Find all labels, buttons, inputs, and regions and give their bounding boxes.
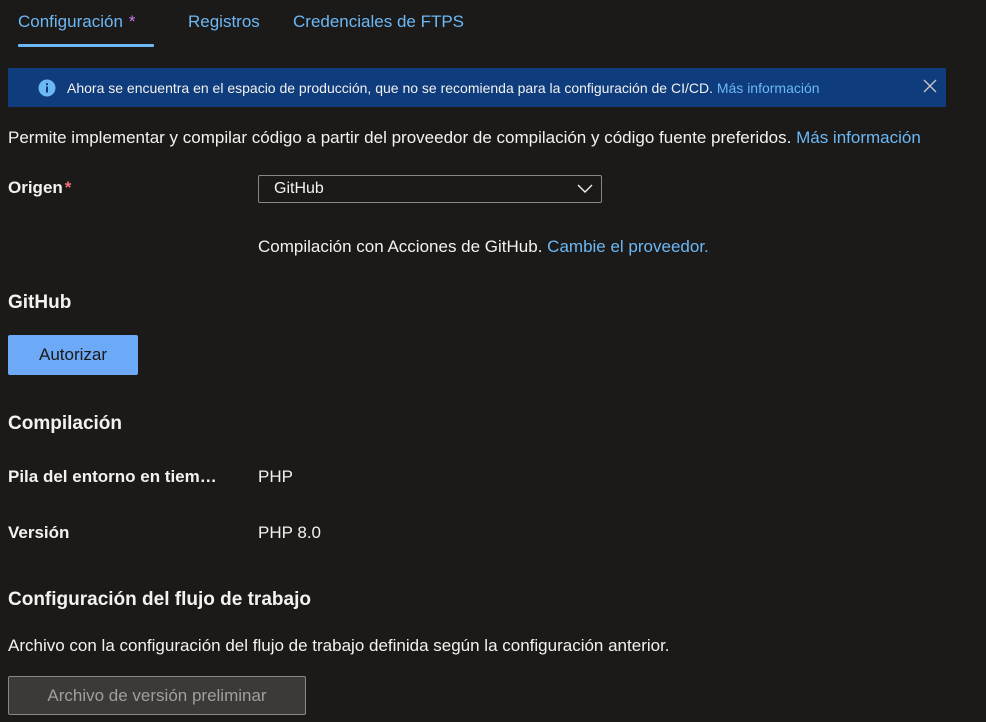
workflow-description: Archivo con la configuración del flujo d… bbox=[8, 636, 670, 655]
build-provider-note: Compilación con Acciones de GitHub. Camb… bbox=[258, 237, 709, 257]
chevron-down-icon bbox=[577, 184, 593, 193]
modified-indicator: * bbox=[128, 12, 136, 31]
banner-more-info-link[interactable]: Más información bbox=[717, 80, 820, 96]
change-provider-link[interactable]: Cambie el proveedor. bbox=[547, 237, 709, 256]
workflow-section-title: Configuración del flujo de trabajo bbox=[8, 589, 311, 610]
banner-message: Ahora se encuentra en el espacio de prod… bbox=[67, 80, 820, 96]
tab-configuracion-label: Configuración bbox=[18, 12, 123, 31]
preview-file-button[interactable]: Archivo de versión preliminar bbox=[8, 676, 306, 715]
active-tab-underline bbox=[18, 44, 154, 47]
version-label: Versión bbox=[8, 523, 70, 542]
banner-text: Ahora se encuentra en el espacio de prod… bbox=[67, 80, 713, 96]
provider-note-text: Compilación con Acciones de GitHub. bbox=[258, 237, 543, 256]
tab-registros[interactable]: Registros bbox=[188, 12, 260, 32]
required-indicator: * bbox=[64, 178, 72, 197]
info-icon bbox=[38, 79, 56, 97]
tab-credenciales-ftps[interactable]: Credenciales de FTPS bbox=[293, 12, 464, 32]
deployment-intro: Permite implementar y compilar código a … bbox=[8, 128, 921, 148]
authorize-button[interactable]: Autorizar bbox=[8, 335, 138, 375]
production-slot-banner: Ahora se encuentra en el espacio de prod… bbox=[8, 68, 946, 107]
tab-bar: Configuración * Registros Credenciales de… bbox=[0, 0, 986, 50]
build-section-title: Compilación bbox=[8, 413, 123, 434]
source-dropdown[interactable]: GitHub bbox=[258, 175, 602, 203]
close-icon[interactable] bbox=[922, 78, 938, 94]
source-dropdown-value: GitHub bbox=[274, 180, 324, 197]
runtime-stack-value: PHP bbox=[258, 467, 293, 486]
source-label: Origen * bbox=[8, 178, 71, 198]
intro-more-info-link[interactable]: Más información bbox=[796, 128, 921, 147]
tab-configuracion[interactable]: Configuración * bbox=[18, 12, 136, 32]
runtime-stack-label: Pila del entorno en tiempo de ejecución bbox=[8, 467, 218, 486]
version-value: PHP 8.0 bbox=[258, 523, 322, 542]
source-label-text: Origen bbox=[8, 178, 63, 197]
github-section-title: GitHub bbox=[8, 292, 72, 313]
intro-text: Permite implementar y compilar código a … bbox=[8, 128, 792, 147]
